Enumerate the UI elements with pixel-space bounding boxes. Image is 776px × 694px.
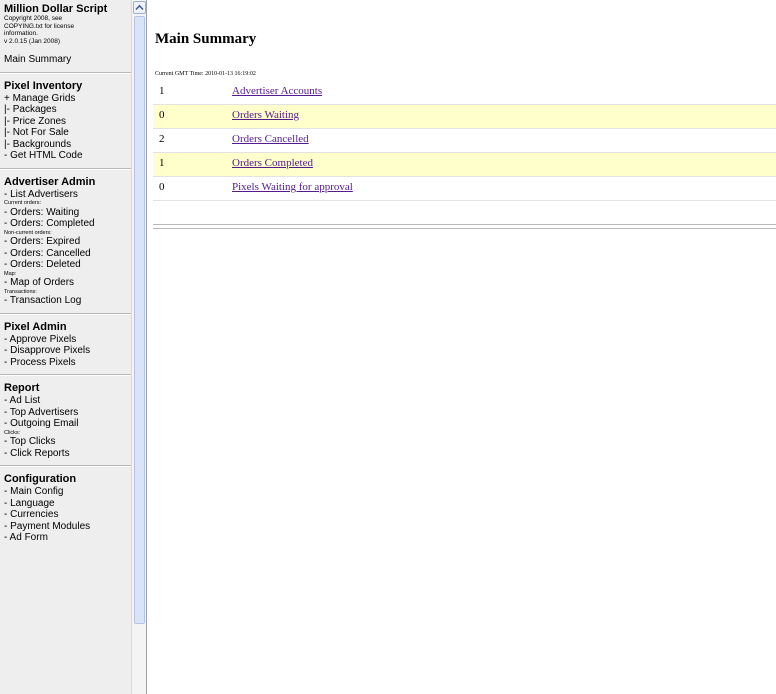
sidebar-link[interactable]: - Approve Pixels [4,334,134,346]
sidebar-group-label: Current orders: [4,200,41,206]
sidebar-separator [0,374,134,377]
sidebar-link[interactable]: - Get HTML Code [4,150,134,162]
sidebar-link[interactable]: - Process Pixels [4,357,134,369]
sidebar-separator [0,465,134,468]
sidebar-link[interactable]: - Ad List [4,395,134,407]
version-label: v 2.0.15 (Jan 2008) [4,37,61,45]
sidebar-link[interactable]: - Top Clicks [4,436,134,448]
current-gmt-time: Current GMT Time: 2010-01-13 16:19:02 [155,71,256,77]
summary-row: 0 Pixels Waiting for approval [153,177,776,201]
sidebar-link[interactable]: - Outgoing Email [4,418,134,430]
summary-row: 2 Orders Cancelled [153,129,776,153]
sidebar-menu: Million Dollar Script Copyright 2008, se… [0,3,134,544]
sidebar-section-heading: Pixel Admin [4,320,67,333]
sidebar-scrollbar[interactable] [131,0,146,694]
page-title: Main Summary [155,31,257,47]
sidebar-group-label: Non-current orders: [4,229,52,236]
summary-row: 1 Advertiser Accounts [153,81,776,105]
table-bottom-rule [153,224,776,229]
sidebar-link[interactable]: - Main Config [4,486,134,498]
summary-count: 1 [159,157,165,169]
sidebar-link[interactable]: - Top Advertisers [4,407,134,419]
sidebar-link[interactable]: - Orders: Completed [4,218,134,230]
sidebar-link[interactable]: |- Not For Sale [4,127,134,139]
sidebar-link[interactable]: - Disapprove Pixels [4,345,134,357]
summary-row: 0 Orders Waiting [153,105,776,129]
sidebar-frame: Million Dollar Script Copyright 2008, se… [0,0,147,694]
sidebar-link-main-summary[interactable]: Main Summary [4,54,134,66]
sidebar-separator [0,71,134,74]
sidebar-section-heading: Pixel Inventory [4,79,83,92]
summary-link[interactable]: Advertiser Accounts [232,85,322,98]
sidebar-separator [0,167,134,170]
scrollbar-thumb[interactable] [134,16,145,624]
copyright-line-1: Copyright 2008, see [4,15,63,22]
sidebar-section-heading: Advertiser Admin [4,175,96,188]
summary-count: 1 [159,85,165,97]
copyright-line-3: information. [4,30,38,37]
sidebar-link[interactable]: - Payment Modules [4,521,134,533]
summary-link[interactable]: Pixels Waiting for approval [232,181,353,194]
summary-row: 1 Orders Completed [153,153,776,177]
sidebar-link[interactable]: |- Packages [4,104,134,116]
chevron-up-icon [135,4,144,11]
sidebar-link[interactable]: - Orders: Deleted [4,259,134,271]
summary-link[interactable]: Orders Waiting [232,109,299,122]
sidebar-link[interactable]: - Map of Orders [4,277,134,289]
sidebar-link[interactable]: + Manage Grids [4,93,134,105]
sidebar-link[interactable]: - Language [4,498,134,510]
sidebar-link[interactable]: - List Advertisers [4,189,134,201]
sidebar-link[interactable]: - Click Reports [4,448,134,460]
sidebar-link[interactable]: - Currencies [4,509,134,521]
copyright-line-2: COPYING.txt for license [4,22,75,30]
sidebar-link[interactable]: - Orders: Cancelled [4,248,134,260]
app-title: Million Dollar Script [4,3,108,15]
sidebar-link[interactable]: - Orders: Waiting [4,207,134,219]
sidebar-group-label: Transactions: [4,288,37,295]
sidebar-link[interactable]: - Ad Form [4,532,134,544]
sidebar-section-heading: Configuration [4,473,77,486]
sidebar-link[interactable]: |- Backgrounds [4,139,134,151]
sidebar-link[interactable]: - Orders: Expired [4,236,134,248]
sidebar-link[interactable]: |- Price Zones [4,116,134,128]
sidebar-group-label: Clicks: [4,429,21,436]
sidebar-separator [0,312,134,315]
summary-table: 1 Advertiser Accounts 0 Orders Waiting 2 Orde… [153,81,776,201]
sidebar-section-heading: Report [4,382,40,395]
summary-link[interactable]: Orders Completed [232,157,313,170]
scroll-up-button[interactable] [133,1,146,14]
sidebar-group-label: Map: [4,270,17,277]
summary-link[interactable]: Orders Cancelled [232,133,309,146]
sidebar-link[interactable]: - Transaction Log [4,295,134,307]
sidebar-sections: Pixel Inventory + Manage Grids |- Packages… [0,71,134,544]
main-frame: Main Summary Current GMT Time: 2010-01-1… [147,0,776,694]
summary-count: 0 [159,109,165,121]
summary-count: 0 [159,181,165,193]
summary-count: 2 [159,133,165,145]
